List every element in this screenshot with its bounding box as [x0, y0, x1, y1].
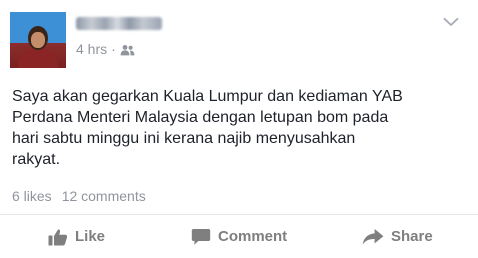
like-button[interactable]: Like	[48, 215, 105, 258]
share-label: Share	[391, 228, 433, 245]
comment-button[interactable]: Comment	[191, 215, 287, 258]
share-arrow-icon	[362, 228, 384, 246]
post-body-text: Saya akan gegarkan Kuala Lumpur dan kedi…	[12, 88, 403, 168]
post-timestamp[interactable]: 4 hrs	[76, 41, 107, 57]
share-button[interactable]: Share	[362, 215, 433, 258]
post-meta: 4 hrs ·	[76, 41, 135, 59]
comment-label: Comment	[218, 228, 288, 245]
friends-icon[interactable]	[120, 43, 135, 59]
author-name-redacted[interactable]	[76, 17, 162, 30]
post-action-bar: Like Comment Share	[0, 215, 478, 258]
like-label: Like	[75, 228, 106, 245]
avatar[interactable]	[10, 12, 66, 68]
comments-count[interactable]: 12 comments	[62, 188, 146, 204]
meta-separator: ·	[111, 41, 116, 57]
avatar-face-shape	[31, 32, 45, 48]
comment-icon	[191, 228, 211, 246]
post-stats: 6 likes 12 comments	[12, 188, 146, 204]
avatar-body-shape	[18, 48, 58, 68]
facebook-post: 4 hrs · Saya akan gegarkan Kuala Lumpur d…	[0, 0, 478, 258]
thumbs-up-icon	[48, 228, 68, 246]
post-header: 4 hrs ·	[0, 0, 478, 80]
chevron-down-icon[interactable]	[440, 14, 462, 30]
likes-count[interactable]: 6 likes	[12, 188, 52, 204]
